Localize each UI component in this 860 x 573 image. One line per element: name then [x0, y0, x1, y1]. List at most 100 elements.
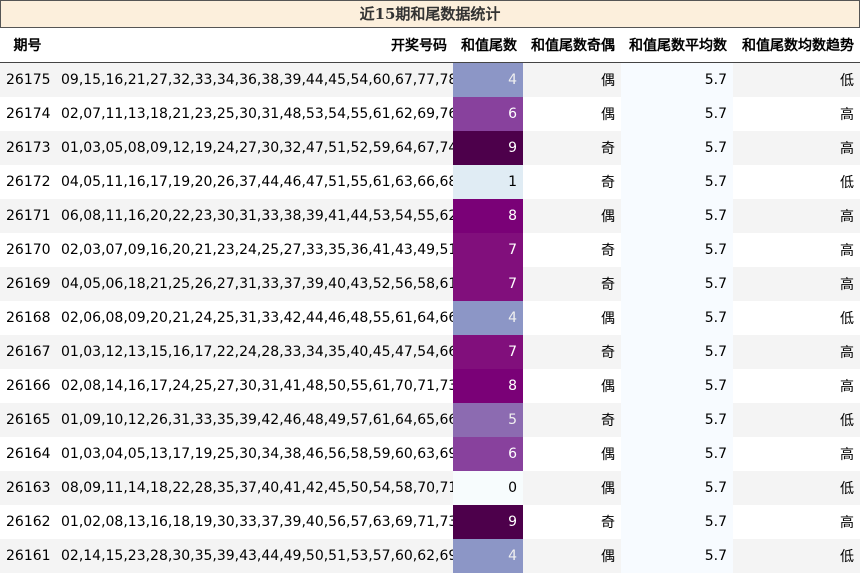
- cell-trend: 低: [733, 539, 860, 573]
- cell-numbers: 01,02,08,13,16,18,19,30,33,37,39,40,56,5…: [55, 505, 453, 539]
- header-row: 期号 开奖号码 和值尾数 和值尾数奇偶 和值尾数平均数 和值尾数均数趋势: [0, 28, 860, 63]
- table-row: 26163 08,09,11,14,18,22,28,35,37,40,41,42…: [0, 471, 860, 505]
- table-row: 26170 02,03,07,09,16,20,21,23,24,25,27,33…: [0, 233, 860, 267]
- cell-average: 5.7: [621, 403, 733, 437]
- cell-average: 5.7: [621, 62, 733, 97]
- cell-id: 26172: [0, 165, 55, 199]
- cell-numbers: 01,09,10,12,26,31,33,35,39,42,46,48,49,5…: [55, 403, 453, 437]
- cell-average: 5.7: [621, 369, 733, 403]
- table-row: 26169 04,05,06,18,21,25,26,27,31,33,37,39…: [0, 267, 860, 301]
- cell-id: 26167: [0, 335, 55, 369]
- cell-numbers: 02,08,14,16,17,24,25,27,30,31,41,48,50,5…: [55, 369, 453, 403]
- cell-sum-tail: 4: [453, 62, 523, 97]
- table-row: 26164 01,03,04,05,13,17,19,25,30,34,38,46…: [0, 437, 860, 471]
- cell-trend: 低: [733, 301, 860, 335]
- cell-trend: 高: [733, 267, 860, 301]
- table-row: 26174 02,07,11,13,18,21,23,25,30,31,48,53…: [0, 97, 860, 131]
- cell-trend: 低: [733, 165, 860, 199]
- cell-numbers: 09,15,16,21,27,32,33,34,36,38,39,44,45,5…: [55, 62, 453, 97]
- cell-average: 5.7: [621, 199, 733, 233]
- cell-id: 26165: [0, 403, 55, 437]
- cell-parity: 奇: [523, 505, 621, 539]
- table-row: 26171 06,08,11,16,20,22,23,30,31,33,38,39…: [0, 199, 860, 233]
- cell-average: 5.7: [621, 301, 733, 335]
- cell-numbers: 06,08,11,16,20,22,23,30,31,33,38,39,41,4…: [55, 199, 453, 233]
- cell-sum-tail: 8: [453, 199, 523, 233]
- header-sum-tail[interactable]: 和值尾数: [453, 28, 523, 63]
- cell-average: 5.7: [621, 471, 733, 505]
- cell-trend: 高: [733, 369, 860, 403]
- cell-id: 26169: [0, 267, 55, 301]
- table-row: 26166 02,08,14,16,17,24,25,27,30,31,41,48…: [0, 369, 860, 403]
- cell-parity: 奇: [523, 403, 621, 437]
- cell-parity: 奇: [523, 335, 621, 369]
- cell-parity: 奇: [523, 233, 621, 267]
- cell-id: 26166: [0, 369, 55, 403]
- cell-id: 26162: [0, 505, 55, 539]
- cell-numbers: 01,03,05,08,09,12,19,24,27,30,32,47,51,5…: [55, 131, 453, 165]
- cell-numbers: 02,14,15,23,28,30,35,39,43,44,49,50,51,5…: [55, 539, 453, 573]
- cell-trend: 高: [733, 199, 860, 233]
- cell-sum-tail: 1: [453, 165, 523, 199]
- cell-id: 26175: [0, 62, 55, 97]
- header-average[interactable]: 和值尾数平均数: [621, 28, 733, 63]
- cell-parity: 偶: [523, 199, 621, 233]
- cell-sum-tail: 0: [453, 471, 523, 505]
- stats-table: 期号 开奖号码 和值尾数 和值尾数奇偶 和值尾数平均数 和值尾数均数趋势 261…: [0, 28, 860, 573]
- table-row: 26167 01,03,12,13,15,16,17,22,24,28,33,34…: [0, 335, 860, 369]
- cell-parity: 偶: [523, 539, 621, 573]
- cell-numbers: 02,06,08,09,20,21,24,25,31,33,42,44,46,4…: [55, 301, 453, 335]
- cell-trend: 高: [733, 233, 860, 267]
- cell-sum-tail: 9: [453, 505, 523, 539]
- cell-average: 5.7: [621, 335, 733, 369]
- header-numbers[interactable]: 开奖号码: [55, 28, 453, 63]
- cell-trend: 低: [733, 471, 860, 505]
- cell-id: 26173: [0, 131, 55, 165]
- cell-average: 5.7: [621, 505, 733, 539]
- cell-id: 26164: [0, 437, 55, 471]
- cell-numbers: 04,05,11,16,17,19,20,26,37,44,46,47,51,5…: [55, 165, 453, 199]
- cell-parity: 偶: [523, 97, 621, 131]
- cell-trend: 低: [733, 403, 860, 437]
- cell-parity: 偶: [523, 471, 621, 505]
- cell-sum-tail: 7: [453, 267, 523, 301]
- cell-sum-tail: 4: [453, 539, 523, 573]
- header-parity[interactable]: 和值尾数奇偶: [523, 28, 621, 63]
- cell-id: 26168: [0, 301, 55, 335]
- cell-numbers: 01,03,12,13,15,16,17,22,24,28,33,34,35,4…: [55, 335, 453, 369]
- table-row: 26165 01,09,10,12,26,31,33,35,39,42,46,48…: [0, 403, 860, 437]
- table-row: 26168 02,06,08,09,20,21,24,25,31,33,42,44…: [0, 301, 860, 335]
- table-row: 26173 01,03,05,08,09,12,19,24,27,30,32,47…: [0, 131, 860, 165]
- cell-trend: 高: [733, 437, 860, 471]
- cell-sum-tail: 6: [453, 97, 523, 131]
- cell-parity: 偶: [523, 437, 621, 471]
- cell-trend: 高: [733, 131, 860, 165]
- header-trend[interactable]: 和值尾数均数趋势: [733, 28, 860, 63]
- cell-average: 5.7: [621, 539, 733, 573]
- cell-sum-tail: 7: [453, 335, 523, 369]
- cell-sum-tail: 6: [453, 437, 523, 471]
- cell-sum-tail: 8: [453, 369, 523, 403]
- cell-id: 26174: [0, 97, 55, 131]
- cell-average: 5.7: [621, 267, 733, 301]
- cell-sum-tail: 4: [453, 301, 523, 335]
- cell-id: 26171: [0, 199, 55, 233]
- header-id[interactable]: 期号: [0, 28, 55, 63]
- cell-numbers: 02,03,07,09,16,20,21,23,24,25,27,33,35,3…: [55, 233, 453, 267]
- table-row: 26161 02,14,15,23,28,30,35,39,43,44,49,50…: [0, 539, 860, 573]
- cell-trend: 高: [733, 97, 860, 131]
- table-title: 近15期和尾数据统计: [0, 0, 860, 28]
- cell-average: 5.7: [621, 165, 733, 199]
- table-row: 26162 01,02,08,13,16,18,19,30,33,37,39,40…: [0, 505, 860, 539]
- cell-average: 5.7: [621, 131, 733, 165]
- cell-id: 26163: [0, 471, 55, 505]
- cell-parity: 偶: [523, 62, 621, 97]
- cell-numbers: 01,03,04,05,13,17,19,25,30,34,38,46,56,5…: [55, 437, 453, 471]
- table-row: 26175 09,15,16,21,27,32,33,34,36,38,39,44…: [0, 62, 860, 97]
- cell-id: 26170: [0, 233, 55, 267]
- cell-average: 5.7: [621, 437, 733, 471]
- table-body: 26175 09,15,16,21,27,32,33,34,36,38,39,44…: [0, 62, 860, 573]
- cell-trend: 低: [733, 62, 860, 97]
- cell-id: 26161: [0, 539, 55, 573]
- cell-average: 5.7: [621, 233, 733, 267]
